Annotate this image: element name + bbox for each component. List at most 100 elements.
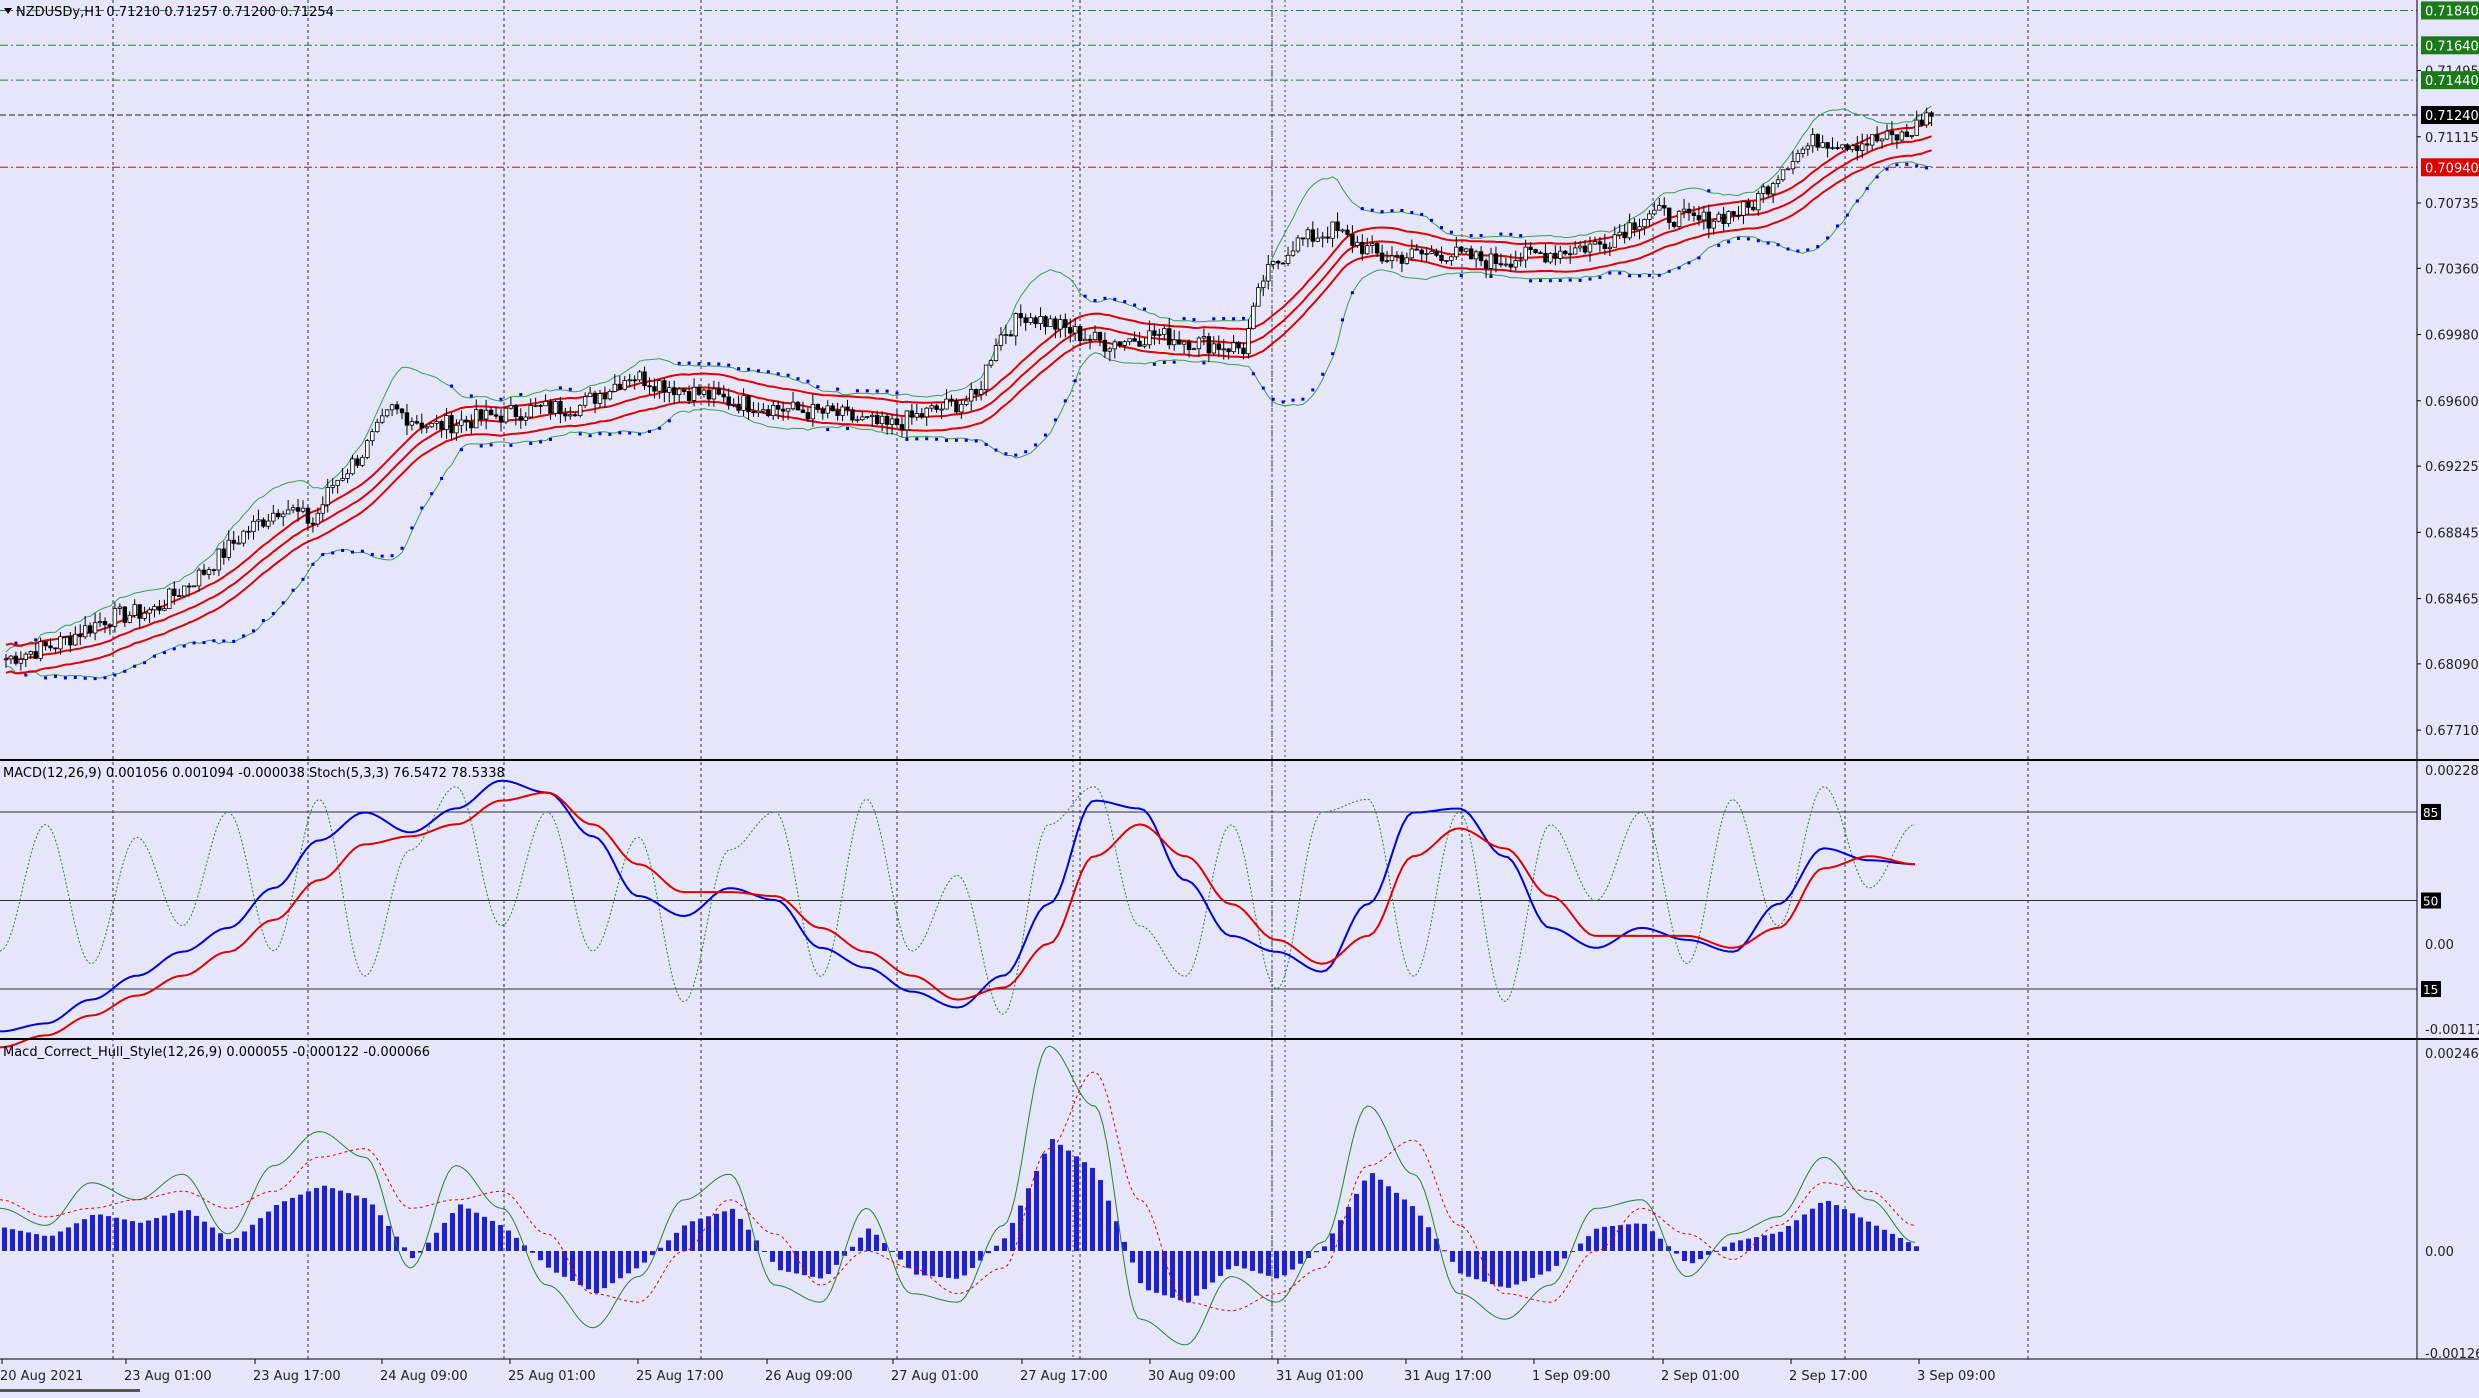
bear-candle (934, 405, 939, 410)
bear-candle (172, 588, 177, 596)
histogram-bar (458, 1204, 463, 1251)
bull-candle (879, 415, 885, 425)
sar-dot (1509, 232, 1513, 236)
histogram-bar (1562, 1250, 1567, 1259)
bull-candle (1038, 316, 1043, 325)
histogram-bar (298, 1194, 303, 1251)
sar-dot (192, 641, 196, 645)
bull-candle (677, 388, 682, 396)
histogram-bar (898, 1250, 903, 1260)
bear-candle (954, 400, 959, 413)
sar-dot (469, 394, 473, 398)
chart-canvas[interactable]: 0.718400.716400.714950.714400.712400.711… (0, 0, 2479, 1394)
bear-candle (1236, 342, 1241, 349)
histogram-bar (282, 1201, 287, 1251)
sar-dot (657, 426, 661, 430)
histogram-bar (26, 1232, 31, 1251)
histogram-bar (1794, 1220, 1799, 1251)
bull-candle (1884, 130, 1890, 140)
bear-candle (875, 414, 880, 425)
sar-dot (756, 369, 760, 373)
histogram-bar (202, 1221, 207, 1251)
histogram-bar (970, 1250, 975, 1269)
sar-dot (1717, 243, 1721, 247)
bull-candle (1340, 229, 1345, 232)
bear-candle (721, 393, 726, 398)
bear-candle (1043, 316, 1048, 328)
sar-dot (1370, 208, 1374, 212)
bull-candle (741, 395, 746, 411)
sar-dot (1746, 237, 1750, 241)
time-tick-label: 2 Sep 17:00 (1789, 1369, 1868, 1384)
bull-candle (266, 520, 271, 527)
time-tick-label: 31 Aug 01:00 (1276, 1369, 1364, 1384)
sar-dot (1301, 397, 1305, 401)
histogram-bar (1914, 1246, 1919, 1251)
histogram-bar (634, 1250, 639, 1269)
histogram-bar (1402, 1199, 1407, 1251)
histogram-bar (890, 1250, 895, 1252)
histogram-bar (506, 1230, 511, 1251)
bear-candle (1874, 134, 1880, 142)
sar-dot (1083, 294, 1087, 298)
sar-dot (558, 386, 562, 390)
sar-dot (1776, 243, 1780, 247)
bull-candle (1409, 248, 1414, 259)
time-tick-label: 2 Sep 01:00 (1661, 1369, 1740, 1384)
histogram-bar (1674, 1250, 1679, 1254)
histogram-bar (178, 1210, 183, 1251)
histogram-bar (1066, 1150, 1071, 1251)
bear-candle (1751, 206, 1756, 211)
histogram-bar (1842, 1209, 1847, 1251)
bear-candle (894, 418, 900, 425)
histogram-bar (1138, 1250, 1143, 1284)
histogram-bar (1314, 1250, 1319, 1253)
bull-candle (1271, 260, 1276, 265)
bollinger-upper (5, 105, 1932, 653)
sar-dot (83, 676, 87, 680)
bull-candle (1860, 143, 1865, 151)
bear-candle (122, 606, 127, 623)
histogram-bar (1098, 1180, 1103, 1251)
bear-candle (830, 405, 835, 412)
bull-candle (483, 409, 489, 420)
time-tick-label: 1 Sep 09:00 (1532, 1369, 1611, 1384)
bull-candle (1305, 229, 1311, 240)
sar-dot (529, 441, 533, 445)
histogram-bar (738, 1218, 743, 1251)
sar-dot (1737, 236, 1740, 240)
bear-candle (1731, 211, 1736, 216)
bull-candle (944, 398, 949, 410)
histogram-bar (930, 1250, 935, 1277)
sar-dot (1628, 274, 1632, 278)
histogram-bar (18, 1230, 23, 1251)
bull-candle (914, 413, 919, 418)
bear-candle (1419, 249, 1424, 255)
price-label: 0.71640 (2425, 39, 2479, 54)
bull-candle (1637, 226, 1642, 231)
bear-candle (13, 655, 19, 664)
bear-candle (617, 383, 622, 390)
chart-window[interactable]: 0.718400.716400.714950.714400.712400.711… (0, 0, 2479, 1394)
collapse-triangle-icon[interactable] (4, 8, 12, 14)
bull-candle (1790, 161, 1796, 170)
histogram-bar (1602, 1226, 1607, 1251)
histogram-bar (42, 1235, 47, 1251)
histogram-bar (1018, 1205, 1023, 1251)
histogram-bar (1154, 1250, 1159, 1293)
hull-line (0, 1045, 1916, 1346)
bear-candle (201, 569, 207, 575)
bull-candle (988, 360, 994, 366)
histogram-bar (314, 1188, 319, 1251)
histogram-bar (442, 1222, 447, 1251)
histogram-bar (1386, 1186, 1391, 1251)
bear-candle (751, 411, 756, 414)
sar-dot (1271, 397, 1275, 401)
bear-candle (102, 621, 108, 626)
bull-candle (1454, 246, 1459, 258)
bear-candle (211, 569, 217, 572)
bear-candle (1478, 251, 1484, 262)
bear-candle (1152, 330, 1157, 336)
bull-candle (241, 530, 246, 544)
bollinger-bands (5, 105, 1932, 679)
